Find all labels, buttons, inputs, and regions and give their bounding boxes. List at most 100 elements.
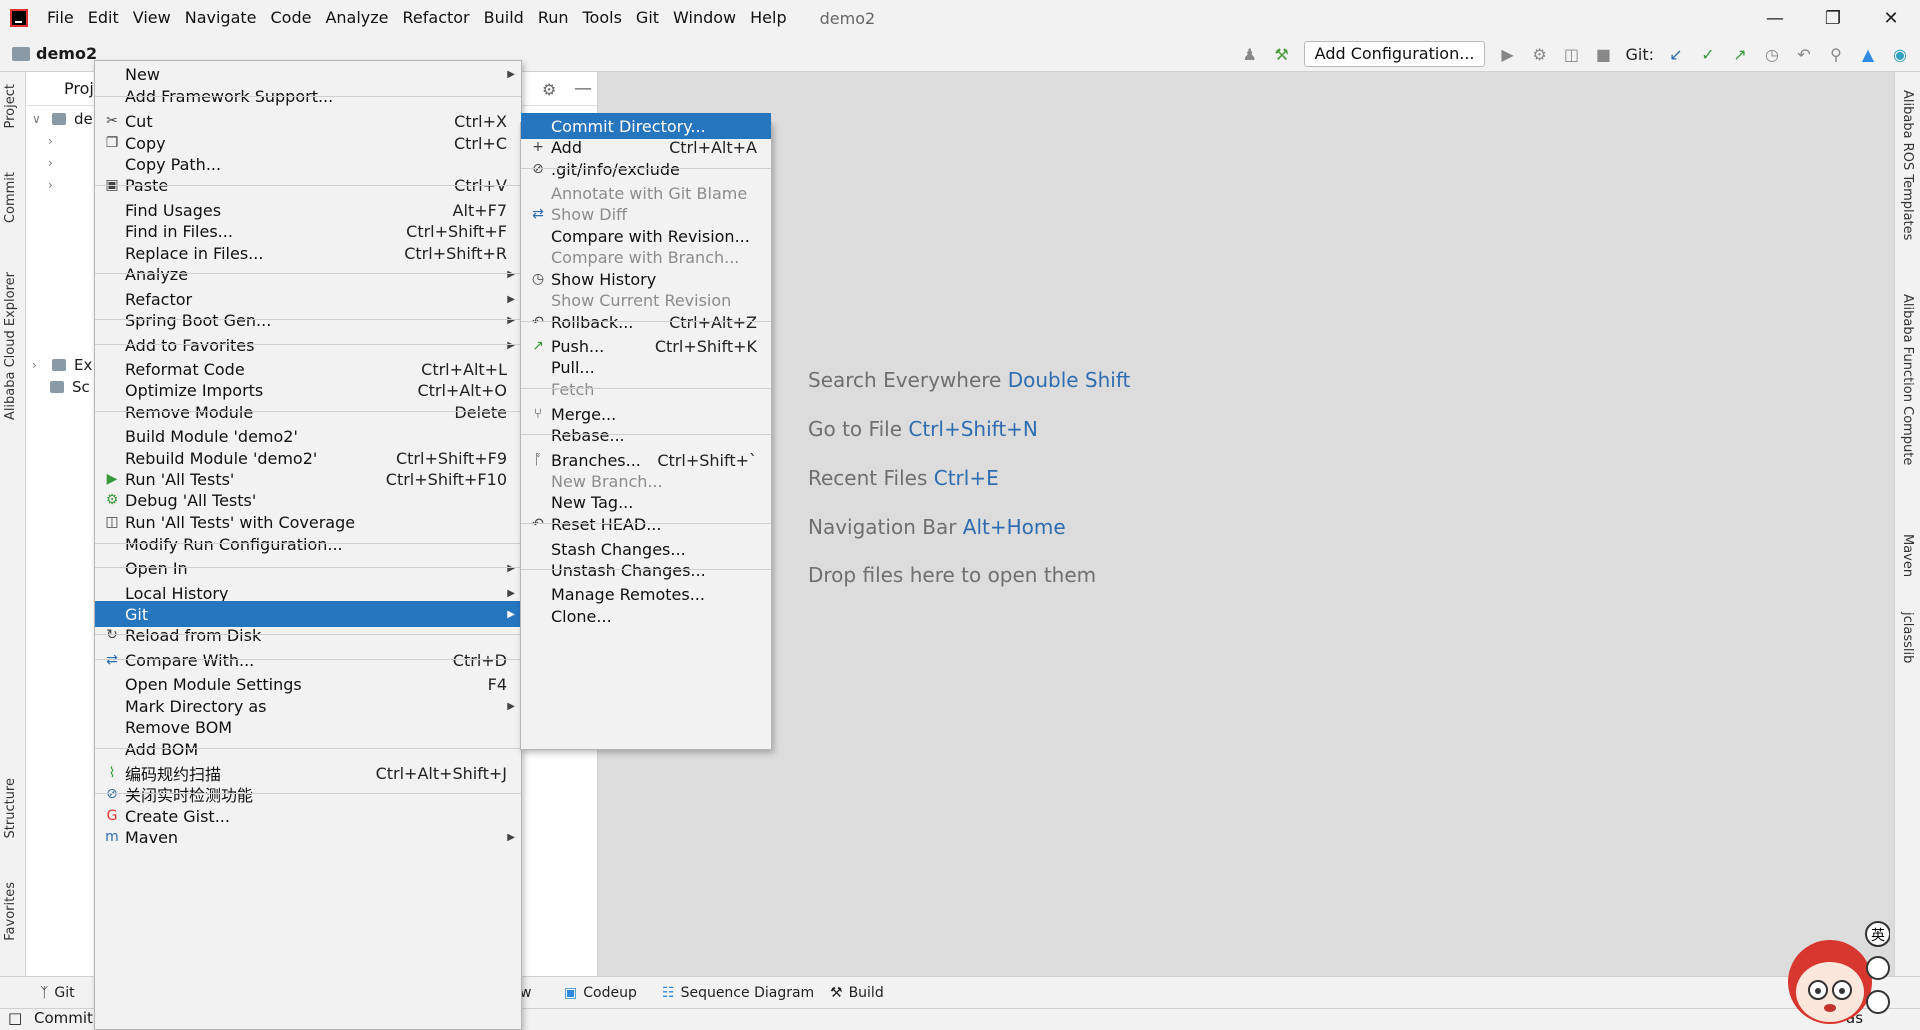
menu-separator [95,319,521,320]
menu-build[interactable]: Build [477,0,531,36]
tab-sequence-diagram[interactable]: ☷ Sequence Diagram [662,985,814,1001]
menu-tools[interactable]: Tools [576,0,629,36]
chevron-right-icon[interactable]: › [32,358,44,372]
tree-label: Ex [74,356,93,374]
menu-separator [521,168,771,169]
menu-item-shortcut: Ctrl+D [452,650,507,670]
menu-item-add-to-favorites[interactable]: Add to Favorites ▶ [95,332,521,358]
tab-alibaba-cloud-explorer[interactable]: Alibaba Cloud Explorer [3,272,18,420]
git-push-icon[interactable]: ↗ [1730,44,1750,64]
menu-item-label: Fetch [551,379,595,399]
menu-item-modify-run-configuration[interactable]: Modify Run Configuration... [95,531,521,557]
menu-item-rollback[interactable]: ↶ Rollback... Ctrl+Alt+Z [521,309,771,335]
menu-item-open-in[interactable]: Open In ▶ [95,555,521,581]
menu-item-label: Debug 'All Tests' [125,490,257,510]
minimize-panel-icon[interactable]: — [574,78,592,99]
menu-item-spring-boot-gen[interactable]: Spring Boot Gen... ▶ [95,307,521,333]
tab-label: Git [54,984,75,1001]
tab-commit[interactable]: Commit [3,172,18,223]
menu-item-label: Remove BOM [125,717,233,737]
rollback-icon[interactable]: ↶ [1794,44,1814,64]
minimize-button[interactable]: — [1746,0,1804,36]
user-icon[interactable]: ♟ [1240,44,1260,64]
chevron-down-icon[interactable]: ∨ [32,112,44,126]
menu-view[interactable]: View [126,0,178,36]
tab-favorites[interactable]: Favorites [3,882,18,941]
menu-item-shortcut: Ctrl+Alt+A [669,137,757,157]
menu-item-reload-from-disk[interactable]: ↻ Reload from Disk [95,622,521,648]
tree-row[interactable]: › [48,174,60,196]
history-icon[interactable]: ◷ [1762,44,1782,64]
add-configuration-button[interactable]: Add Configuration... [1303,41,1486,67]
library-icon [52,359,66,371]
menu-item-compare-with[interactable]: ⇄ Compare With... Ctrl+D [95,647,521,673]
menu-item-unstash-changes[interactable]: Unstash Changes... [521,557,771,583]
gear-icon[interactable]: ⚙ [542,80,556,99]
tab-alibaba-function-compute[interactable]: Alibaba Function Compute [1900,294,1915,465]
menu-item-clone[interactable]: Clone... [521,603,771,629]
tab-structure[interactable]: Structure [3,778,18,838]
tab-alibaba-ros-templates[interactable]: Alibaba ROS Templates [1900,90,1915,240]
tree-row-external-libraries[interactable]: › Ex [32,354,92,376]
submenu-arrow-icon: ▶ [507,68,515,80]
menu-help[interactable]: Help [743,0,793,36]
coverage-icon[interactable]: ◫ [1561,44,1581,64]
git-update-icon[interactable]: ↙ [1666,44,1686,64]
codeup-icon: ▣ [564,984,578,1001]
menu-item-shortcut: Ctrl+Shift+F9 [395,448,507,468]
stop-icon[interactable]: ■ [1593,44,1613,64]
project-panel-title[interactable]: Proj [64,79,94,98]
menu-run[interactable]: Run [531,0,576,36]
git-branch-icon: ᛉ [40,984,49,1001]
menu-item-add-bom[interactable]: Add BOM [95,736,521,762]
menu-item-reset-head[interactable]: ↶ Reset HEAD... [521,511,771,537]
main-toolbar: ♟ ⚒ Add Configuration... ▶ ⚙ ◫ ■ Git: ↙ … [1240,36,1920,72]
update-icon[interactable]: ▲ [1858,44,1878,64]
tree-row[interactable]: › [48,152,60,174]
tree-row[interactable]: › [48,130,60,152]
tab-maven[interactable]: Maven [1900,534,1915,577]
menu-item-fetch[interactable]: Fetch [521,376,771,402]
breadcrumb-project[interactable]: demo2 [36,44,97,63]
tab-jclasslib[interactable]: jclasslib [1900,612,1915,663]
status-commit[interactable]: Commit [34,1009,93,1027]
menu-window[interactable]: Window [666,0,743,36]
menu-code[interactable]: Code [264,0,319,36]
tab-project[interactable]: Project [3,84,18,128]
debug-icon[interactable]: ⚙ [1529,44,1549,64]
menu-item-label: Add BOM [125,739,199,759]
menu-edit[interactable]: Edit [81,0,126,36]
chevron-right-icon[interactable]: › [48,156,60,170]
menu-item-label: Reset HEAD... [551,514,662,534]
restore-button[interactable]: ❐ [1804,0,1862,36]
hint-search-everywhere: Search Everywhere Double Shift [808,368,1130,392]
menu-item-git-info-exclude[interactable]: ⊘ .git/info/exclude [521,156,771,182]
tree-row-root[interactable]: ∨ de [32,108,93,130]
menu-item-label: Push... [551,336,605,356]
search-icon[interactable]: ⚲ [1826,44,1846,64]
menu-navigate[interactable]: Navigate [178,0,264,36]
menu-item-label: Compare with Revision... [551,226,750,246]
run-icon[interactable]: ▶ [1497,44,1517,64]
build-hammer-icon[interactable]: ⚒ [1272,44,1292,64]
tab-git[interactable]: ᛉ Git [40,985,75,1001]
git-commit-icon[interactable]: ✓ [1698,44,1718,64]
menu-item-label: Unstash Changes... [551,560,706,580]
chevron-right-icon[interactable]: › [48,134,60,148]
menu-file[interactable]: File [40,0,81,36]
plugin-icon[interactable]: ◉ [1890,44,1910,64]
menu-item-analyze[interactable]: Analyze ▶ [95,261,521,287]
menu-item-rebase[interactable]: Rebase... [521,422,771,448]
menu-item-maven[interactable]: m Maven ▶ [95,824,521,850]
chevron-right-icon[interactable]: › [48,178,60,192]
menu-refactor[interactable]: Refactor [396,0,477,36]
compare-icon: ⇄ [532,206,544,222]
menu-git[interactable]: Git [629,0,666,36]
tab-codeup[interactable]: ▣ Codeup [564,985,637,1001]
menu-item-remove-module[interactable]: Remove Module Delete [95,399,521,425]
tree-row-scratches[interactable]: Sc [50,376,90,398]
menu-analyze[interactable]: Analyze [318,0,395,36]
menu-separator [95,273,521,274]
close-button[interactable]: ✕ [1862,0,1920,36]
tab-build[interactable]: ⚒ Build [830,985,884,1001]
